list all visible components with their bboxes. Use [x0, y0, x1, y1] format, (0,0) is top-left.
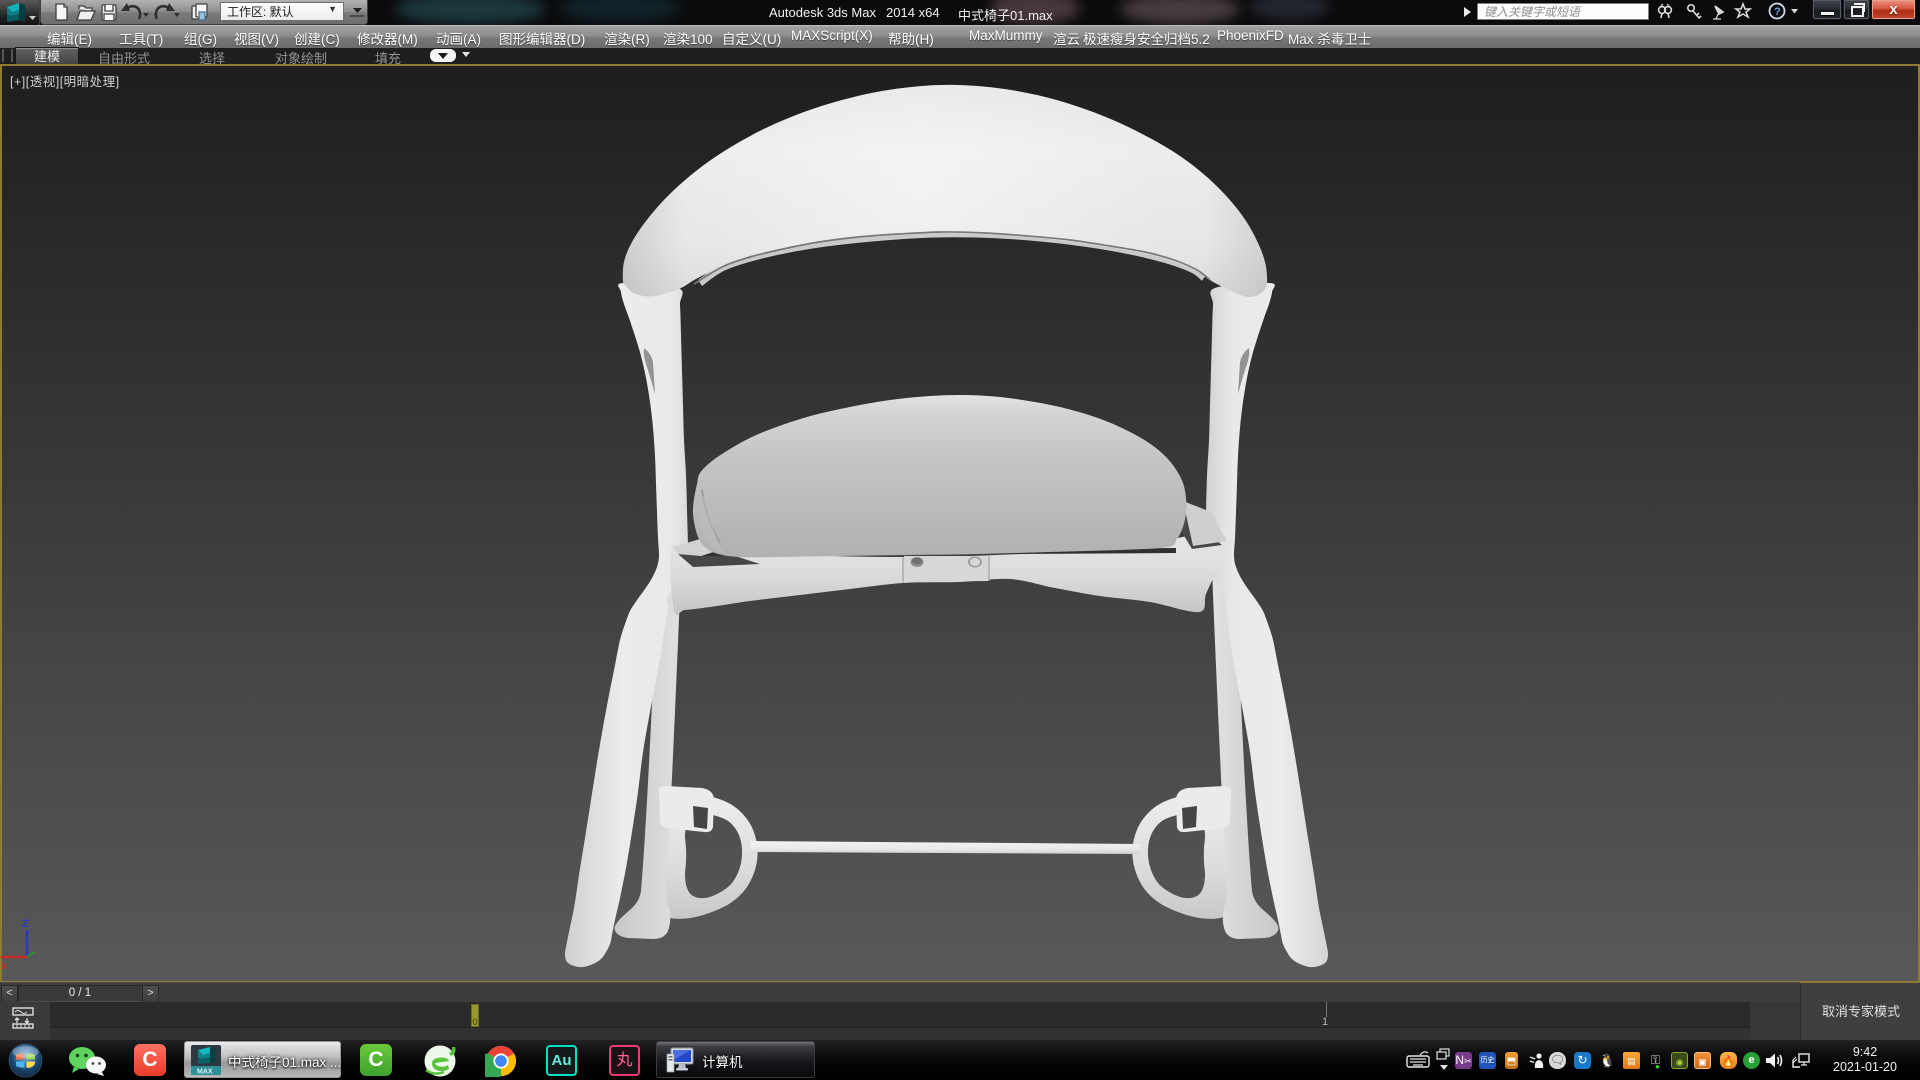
svg-text:x: x: [1, 960, 8, 972]
svg-text:Z: Z: [22, 918, 29, 930]
svg-text:MAX: MAX: [197, 1069, 213, 1076]
